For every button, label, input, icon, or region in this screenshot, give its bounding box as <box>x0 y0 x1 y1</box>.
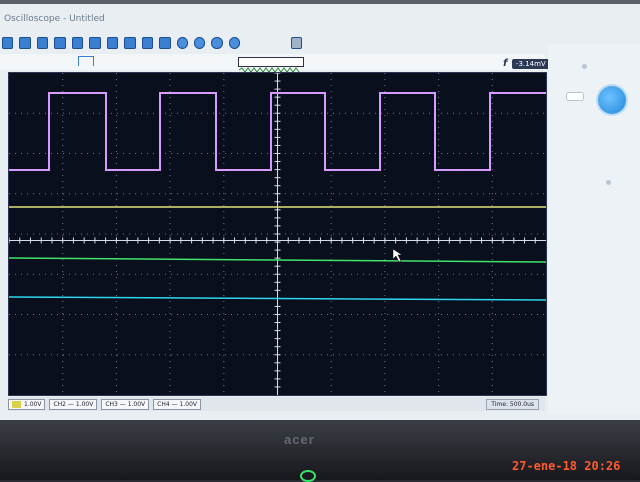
trigger-position-window[interactable] <box>238 57 304 73</box>
ch4-label: CH4 <box>157 400 170 408</box>
monitor-brand-logo: acer <box>284 432 315 447</box>
side-indicator-dot <box>606 180 611 185</box>
ch4-scale: 1.00V <box>179 400 197 408</box>
screen: Oscilloscope - Untitled f -3.14mV 1.00V … <box>0 4 640 420</box>
zoom-out-icon[interactable] <box>159 37 171 49</box>
status-bar: 1.00V CH2 — 1.00V CH3 — 1.00V CH4 — 1.00… <box>8 397 545 411</box>
settings-icon[interactable] <box>290 37 302 49</box>
math-icon[interactable] <box>106 37 119 49</box>
scope-graticule <box>9 73 546 395</box>
trigger-f-symbol: f <box>503 58 508 69</box>
trigger-edge-icon[interactable] <box>78 56 94 66</box>
scope-display[interactable] <box>8 72 547 396</box>
single-icon[interactable] <box>211 37 223 49</box>
ch1-status[interactable]: 1.00V <box>8 398 46 410</box>
ch2-label: CH2 <box>53 400 66 408</box>
window-title: Oscilloscope - Untitled <box>4 14 105 24</box>
monitor: Oscilloscope - Untitled f -3.14mV 1.00V … <box>0 0 640 482</box>
ch2-status[interactable]: CH2 — 1.00V <box>49 398 98 410</box>
photo-timestamp: 27-ene-18 20:26 <box>512 459 621 473</box>
ch1-scale: 1.00V <box>24 400 42 408</box>
stop-icon[interactable] <box>193 37 206 49</box>
toolbar <box>0 32 302 54</box>
open-icon[interactable] <box>19 37 31 49</box>
ch3-status[interactable]: CH3 — 1.00V <box>101 398 150 410</box>
window-titlebar: Oscilloscope - Untitled <box>0 10 640 28</box>
ch2-coupling: — <box>67 400 74 408</box>
measure-icon[interactable] <box>89 37 101 49</box>
side-panel <box>548 44 640 414</box>
ch3-scale: 1.00V <box>127 400 146 408</box>
ch1-color-tag <box>12 400 21 408</box>
ch3-label: CH3 <box>105 400 118 408</box>
new-icon[interactable] <box>2 37 14 49</box>
fft-icon[interactable] <box>124 37 136 49</box>
timebase-readout[interactable]: Time: 500.0us <box>486 398 539 410</box>
trigger-level-value: -3.14mV <box>516 60 546 68</box>
run-icon[interactable] <box>176 37 188 49</box>
mouse-cursor-icon <box>392 248 403 263</box>
ch4-status[interactable]: CH4 — 1.00V <box>153 398 201 410</box>
side-indicator-dot <box>582 64 587 69</box>
cursor-icon[interactable] <box>71 37 84 49</box>
ch3-coupling: — <box>119 400 126 408</box>
ch4-coupling: — <box>171 400 178 408</box>
print-icon[interactable] <box>54 37 66 49</box>
auto-icon[interactable] <box>228 37 241 49</box>
side-panel-button[interactable] <box>566 92 584 101</box>
zoom-in-icon[interactable] <box>141 37 154 49</box>
ch2-scale: 1.00V <box>75 400 94 408</box>
trigger-level-readout: f -3.14mV <box>503 58 550 69</box>
power-led-icon <box>300 470 316 482</box>
save-icon[interactable] <box>36 37 49 49</box>
control-knob[interactable] <box>598 86 626 114</box>
